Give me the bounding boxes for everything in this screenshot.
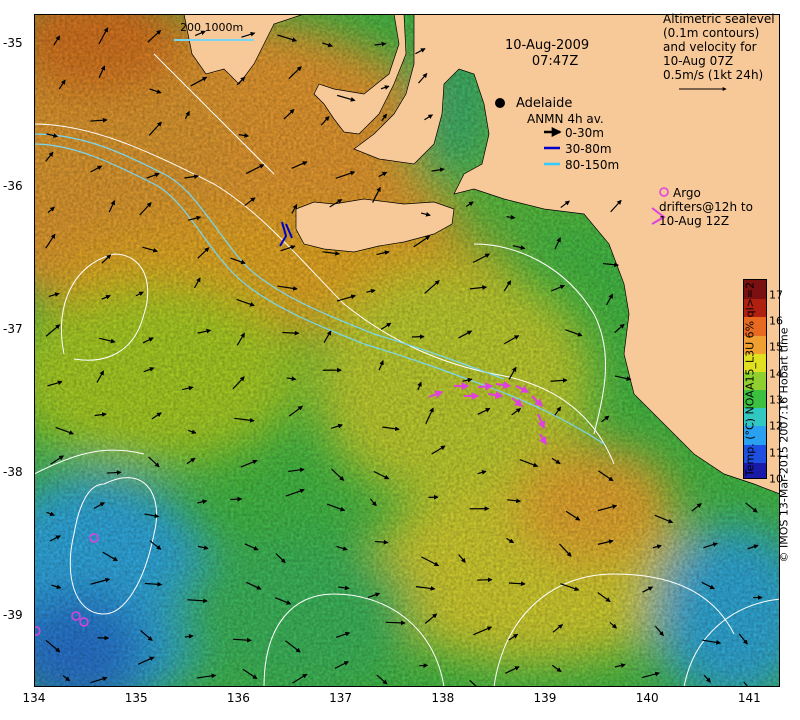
colorbar-title: Temp. (°C) NOAA15_L3U 6% ql>=2 [743,281,757,477]
y-tick-label: -35 [3,35,23,50]
x-tick-label: 141 [737,691,761,705]
city-label-adelaide: Adelaide [516,96,573,111]
credit-text: © IMOS 13-Mar-2015 2007:16 Hobart time [777,327,791,563]
anmn-legend-title: ANMN 4h av. [527,112,604,126]
anmn-legend-80-150m: 80-150m [565,158,620,172]
sealevel-legend-line: 0.5m/s (1kt 24h) [663,68,764,82]
sealevel-legend-line: 10-Aug 07Z [663,54,734,68]
observation-date: 10-Aug-2009 [505,38,590,53]
velocity-arrow [106,470,122,475]
sealevel-legend-line: and velocity for [663,40,757,54]
anmn-legend-30-80m: 30-80m [565,142,612,156]
x-tick-label: 139 [533,691,557,705]
anmn-legend-0-30m: 0-30m [565,126,604,140]
sst-map[interactable] [34,14,780,687]
argo-legend-label: Argo [673,186,701,200]
y-tick-label: -39 [3,608,23,623]
x-tick-label: 140 [635,691,659,705]
sst-map-canvas [34,14,780,687]
observation-time: 07:47Z [531,54,579,69]
x-tick-label: 138 [431,691,455,705]
velocity-arrow [230,496,243,502]
argo-legend: Argo drifters@12h to 10-Aug 12Z [659,186,753,228]
velocity-arrow [282,330,300,336]
colorbar-tick-label: 17 [769,288,783,302]
y-tick-label: -36 [3,178,23,193]
colorbar-tick-label: 16 [769,314,783,328]
city-marker-adelaide[interactable] [495,98,505,108]
sealevel-legend-line: Altimetric sealevel [663,12,775,26]
x-tick-label: 135 [124,691,148,705]
y-tick-label: -38 [3,465,23,480]
x-tick-label: 137 [329,691,353,705]
scale-bar-label: 200 1000m [180,21,244,34]
sealevel-legend-line: (0.1m contours) [663,26,760,40]
y-tick-label: -37 [3,322,23,337]
velocity-arrow [385,620,406,626]
drifter-legend-line: drifters@12h to [659,200,753,214]
x-tick-label: 134 [22,691,46,705]
x-tick-label: 136 [226,691,250,705]
sealevel-legend: Altimetric sealevel (0.1m contours) and … [663,12,775,82]
drifter-legend-line: 10-Aug 12Z [659,214,730,228]
observation-datetime: 10-Aug-2009 07:47Z [505,38,589,70]
